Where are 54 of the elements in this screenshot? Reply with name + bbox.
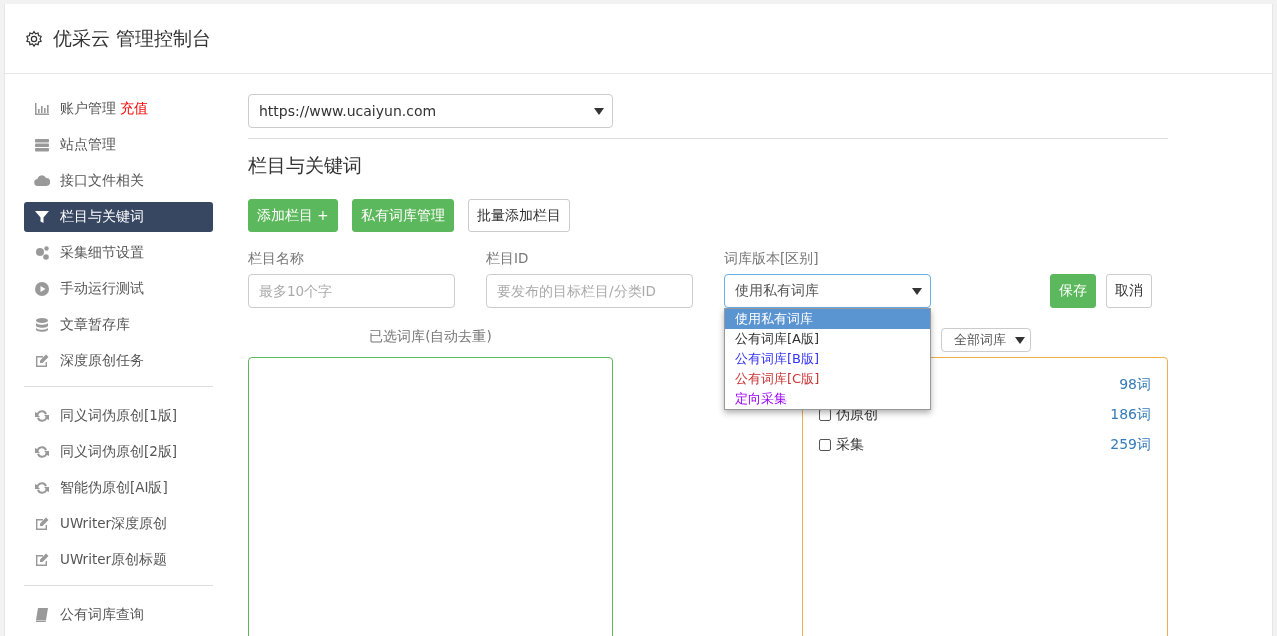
edit-icon	[34, 552, 50, 568]
sidebar-item[interactable]: 同义词伪原创[1版]	[24, 401, 213, 431]
dropdown-option[interactable]: 公有词库[B版]	[725, 349, 930, 369]
chart-icon	[34, 101, 50, 117]
sidebar-item[interactable]: UWriter原创标题	[24, 545, 213, 575]
server-icon	[34, 137, 50, 153]
field-label: 词库版本[区别]	[724, 250, 820, 268]
filter-icon	[34, 209, 50, 225]
library-filter-select[interactable]: 全部词库	[941, 328, 1031, 352]
checkbox[interactable]	[819, 439, 831, 451]
app-title: 优采云 管理控制台	[53, 25, 212, 51]
library-name: 采集	[836, 436, 864, 454]
sidebar-item[interactable]: 同义词伪原创[2版]	[24, 437, 213, 467]
input-field[interactable]: 要发布的目标栏目/分类ID	[486, 274, 693, 308]
word-count: 98词	[1119, 376, 1151, 394]
database-icon	[34, 317, 50, 333]
site-select[interactable]: https://www.ucaiyun.com	[248, 94, 613, 128]
sidebar-item[interactable]: 公有词库查询	[24, 600, 213, 630]
sidebar-item[interactable]: 文章暂存库	[24, 310, 213, 340]
caret-icon	[912, 287, 922, 295]
caret-icon	[1015, 336, 1025, 344]
sidebar-item[interactable]: 站点管理	[24, 130, 213, 160]
dropdown-option[interactable]: 定向采集	[725, 389, 930, 409]
book-icon	[34, 607, 50, 623]
play-icon	[34, 281, 50, 297]
refresh-icon	[34, 444, 50, 460]
refresh-icon	[34, 480, 50, 496]
sidebar-item[interactable]: UWriter深度原创	[24, 509, 213, 539]
version-select[interactable]: 使用私有词库	[724, 274, 931, 308]
caret-icon	[594, 107, 604, 115]
dropdown-option[interactable]: 公有词库[C版]	[725, 369, 930, 389]
refresh-icon	[34, 408, 50, 424]
settings-icon	[25, 29, 43, 48]
word-count: 186词	[1110, 406, 1151, 424]
edit-icon	[34, 516, 50, 532]
dropdown-option[interactable]: 公有词库[A版]	[725, 329, 930, 349]
sidebar-item[interactable]: 采集细节设置	[24, 238, 213, 268]
section-title: 栏目与关键词	[248, 153, 363, 178]
sidebar-item[interactable]: 账户管理 充值	[24, 94, 213, 124]
field-label: 栏目名称	[248, 250, 305, 268]
sidebar-item[interactable]: 深度原创任务	[24, 346, 213, 376]
cloud-icon	[34, 173, 50, 189]
checkbox[interactable]	[819, 409, 831, 421]
cancel-button[interactable]: 取消	[1106, 274, 1152, 308]
input-field[interactable]: 最多10个字	[248, 274, 455, 308]
edit-icon	[34, 353, 50, 369]
sidebar-item[interactable]: 栏目与关键词	[24, 202, 213, 232]
panel-title: 已选词库(自动去重)	[369, 328, 492, 344]
action-button[interactable]: 批量添加栏目	[467, 199, 570, 232]
word-count: 259词	[1110, 436, 1151, 454]
sidebar-item[interactable]: 智能伪原创[AI版]	[24, 473, 213, 503]
sidebar-item[interactable]: 手动运行测试	[24, 274, 213, 304]
sidebar-item[interactable]: 接口文件相关	[24, 166, 213, 196]
field-label: 栏目ID	[486, 250, 530, 268]
